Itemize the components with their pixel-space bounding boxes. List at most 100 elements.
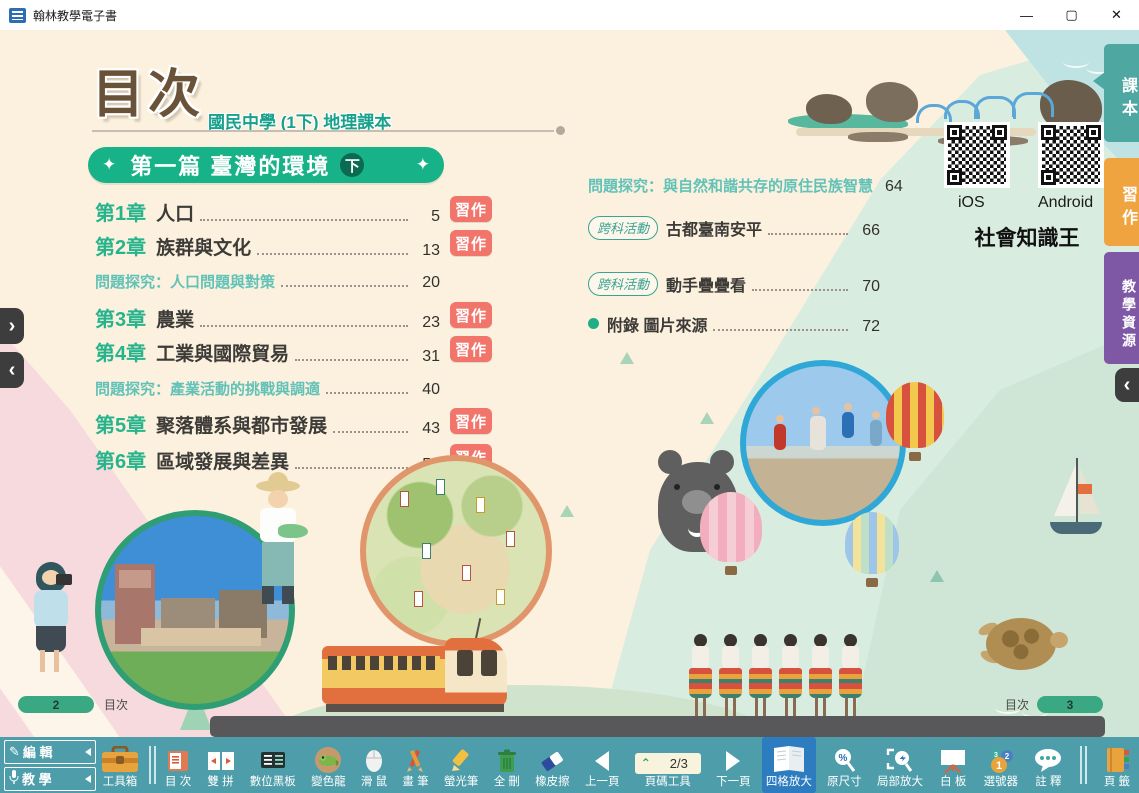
tool-label: 螢光筆 (444, 777, 479, 789)
page-title: 目次 (92, 52, 204, 127)
region-zoom-button[interactable]: 局部放大 (873, 737, 927, 793)
workbook-badge[interactable]: 習作 (450, 408, 492, 434)
page-pill: 2 (18, 696, 94, 713)
toc-entry-ch4[interactable]: 第4章 工業與國際貿易 31 (95, 338, 440, 366)
toc-entry-activity1[interactable]: 跨科活動 古都臺南安平 66 (588, 212, 880, 240)
toc-button[interactable]: 目 次 (161, 737, 195, 793)
quad-zoom-button[interactable]: 四格放大 (762, 737, 816, 793)
chevron-right-icon: › (9, 315, 16, 338)
annotation-button[interactable]: 註 釋 (1029, 737, 1067, 793)
original-size-button[interactable]: % 原尺寸 (823, 737, 866, 793)
workbook-badge[interactable]: 習作 (450, 336, 492, 362)
next-page-button[interactable]: 下一頁 (712, 737, 755, 793)
edit-mode-button[interactable]: ✎ 編 輯 (4, 740, 96, 764)
toc-entry-activity2[interactable]: 跨科活動 動手疊疊看 70 (588, 268, 880, 296)
dotted-leader (713, 329, 848, 331)
quad-zoom-icon (771, 746, 807, 774)
tree-icon (700, 412, 714, 424)
sparkle-icon: ✦ (102, 155, 116, 175)
prev-page-button[interactable]: 上一頁 (581, 737, 624, 793)
chameleon-button[interactable]: 變色龍 (307, 737, 350, 793)
mouse-icon (363, 746, 385, 774)
number-picker-button[interactable]: 321 選號器 (980, 737, 1023, 793)
dotted-leader (295, 359, 408, 361)
teach-mode-button[interactable]: 教 學 (4, 767, 96, 791)
digital-blackboard-button[interactable]: 數位黑板 (246, 737, 300, 793)
delete-all-button[interactable]: 全 刪 (490, 737, 524, 793)
toolbar-items: 目 次 雙 拼 數位黑板 變色龍 (161, 737, 1135, 793)
tab-textbook[interactable]: 課本 (1104, 44, 1139, 142)
whiteboard-button[interactable]: 白 板 (934, 737, 972, 793)
topic-title: 問題探究：與自然和諧共存的原住民族智慧 (588, 175, 873, 196)
page-number: 31 (414, 348, 440, 366)
tab-teaching-resources[interactable]: 教學資源 (1104, 252, 1139, 364)
chapter-label: 第3章 (95, 303, 146, 332)
workbook-badge[interactable]: 習作 (450, 230, 492, 256)
page-number-tool[interactable]: ⌃ 頁碼工具 (631, 737, 705, 793)
toolbox-icon (100, 746, 140, 774)
divider (92, 130, 554, 132)
divider-dot (556, 126, 565, 135)
chapter-title: 農業 (156, 305, 194, 332)
sparkle-icon: ✦ (416, 155, 430, 175)
page-indicator-value[interactable] (657, 755, 701, 772)
toc-entry-ch6[interactable]: 第6章 區域發展與差異 51 (95, 446, 440, 474)
toc-entry-ch2[interactable]: 第2章 族群與文化 13 (95, 232, 440, 260)
highlighter-icon (448, 746, 475, 774)
photographer-illustration (22, 562, 86, 674)
toc-entry-ch3[interactable]: 第3章 農業 23 (95, 304, 440, 332)
toc-entry-topic1[interactable]: 問題探究：人口問題與對策 20 (95, 268, 440, 292)
mode-label: 教 學 (22, 769, 52, 788)
active-tab-notch (1093, 72, 1105, 90)
chapter-label: 第6章 (95, 445, 146, 474)
annotation-icon (1033, 746, 1063, 774)
tab-workbook[interactable]: 習作 (1104, 158, 1139, 246)
toolbar-divider (1080, 746, 1087, 784)
app-window: 翰林教學電子書 — ▢ ✕ 目次 (0, 0, 1139, 793)
tool-label: 下一頁 (716, 777, 751, 789)
pen-button[interactable]: 畫 筆 (398, 737, 432, 793)
book-spread: 目次 國民中學 (1下) 地理課本 ✦ 第一篇 臺灣的環境 下 ✦ 第1章 人口… (0, 30, 1139, 737)
eraser-button[interactable]: 橡皮擦 (531, 737, 574, 793)
tool-label: 目 次 (165, 777, 191, 789)
qr-label-ios: iOS (958, 194, 985, 212)
tab-label: 習作 (1115, 186, 1139, 232)
dual-page-button[interactable]: 雙 拼 (203, 737, 239, 793)
topic-title: 問題探究：產業活動的挑戰與調適 (95, 378, 320, 399)
qr-code-ios (944, 122, 1010, 188)
workbook-badge[interactable]: 習作 (450, 302, 492, 328)
qr-code-android (1038, 122, 1104, 188)
chapter-label: 第4章 (95, 337, 146, 366)
bookmark-button[interactable]: 頁 籤 (1099, 737, 1135, 793)
dotted-leader (295, 467, 408, 469)
toc-entry-topic2[interactable]: 問題探究：產業活動的挑戰與調適 40 (95, 375, 440, 399)
tool-label: 選號器 (984, 777, 1019, 789)
page-number: 70 (854, 278, 880, 296)
tool-label: 全 刪 (494, 777, 520, 789)
svg-text:2: 2 (1005, 752, 1010, 761)
page-number-input[interactable]: ⌃ (635, 753, 701, 774)
close-button[interactable]: ✕ (1094, 0, 1139, 30)
chameleon-icon (314, 746, 342, 774)
toc-entry-ch5[interactable]: 第5章 聚落體系與都市發展 43 (95, 410, 440, 438)
activity-title: 動手疊疊看 (666, 272, 746, 296)
minimize-button[interactable]: — (1004, 0, 1049, 30)
toc-entry-topic3[interactable]: 問題探究：與自然和諧共存的原住民族智慧 64 (588, 170, 880, 196)
expand-left-panel-button[interactable]: › (0, 308, 24, 344)
collapse-right-panel-button[interactable]: ‹ (1115, 368, 1139, 402)
toc-entry-ch1[interactable]: 第1章 人口 5 (95, 198, 440, 226)
chevron-left-icon: ‹ (1124, 374, 1131, 397)
collapse-left-panel-button[interactable]: ‹ (0, 352, 24, 388)
hot-air-balloon-blue (845, 512, 899, 587)
mouse-button[interactable]: 滑 鼠 (357, 737, 391, 793)
toolbox-button[interactable]: 工具箱 (96, 737, 144, 793)
highlighter-button[interactable]: 螢光筆 (440, 737, 483, 793)
maximize-button[interactable]: ▢ (1049, 0, 1094, 30)
workbook-badge[interactable]: 習作 (450, 196, 492, 222)
toc-entry-appendix[interactable]: 附錄 圖片來源 72 (588, 310, 880, 336)
page-number: 72 (854, 318, 880, 336)
dual-page-icon (207, 746, 235, 774)
tree-icon (560, 505, 574, 517)
chevron-up-icon[interactable]: ⌃ (641, 756, 651, 770)
tool-label: 註 釋 (1035, 777, 1061, 789)
